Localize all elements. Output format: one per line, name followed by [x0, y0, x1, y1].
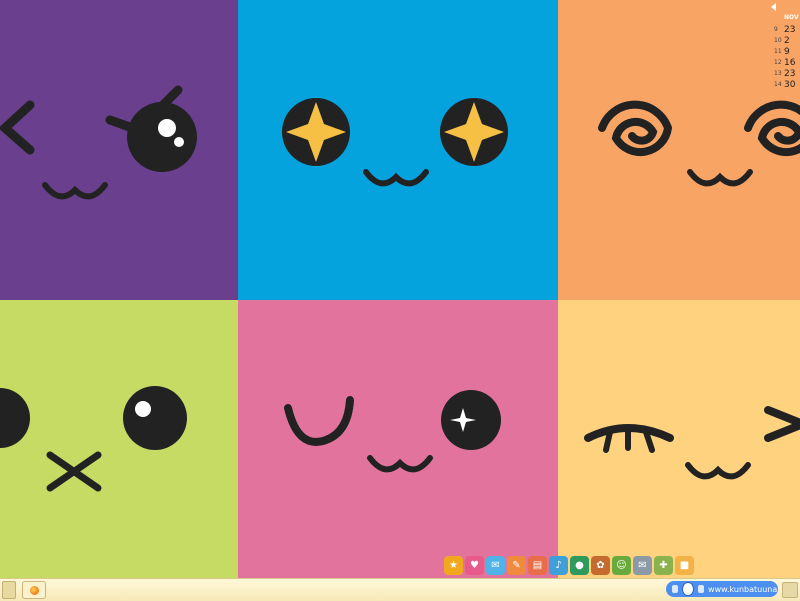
dizzy-face-art: [558, 0, 800, 300]
calendar-week: 13: [774, 70, 782, 77]
orange-dizzy-face-tile: [558, 0, 800, 300]
mail-icon[interactable]: ✉: [633, 556, 652, 575]
calendar-week: 14: [774, 81, 782, 88]
play-button-icon[interactable]: [682, 582, 694, 596]
media-track-title: www.kunbatuuna.com: [708, 584, 778, 594]
calendar-month: NOV: [784, 14, 799, 21]
desktop-wallpaper: NOV 9 23 10 2 11 9 12 16 13 23 14 30 ★ ♥…: [0, 0, 800, 578]
sleepy-face-art: [558, 300, 800, 578]
chat-icon[interactable]: ✉: [486, 556, 505, 575]
angry-face-art: [0, 0, 238, 300]
calendar-prev-arrow-icon[interactable]: [771, 3, 776, 11]
calendar-week: 11: [774, 48, 782, 55]
pink-winking-face-tile: [238, 300, 558, 578]
calendar-week: 9: [774, 26, 778, 33]
calendar-day[interactable]: 16: [784, 58, 795, 68]
calendar-week: 12: [774, 59, 782, 66]
winking-face-art: [238, 300, 558, 578]
quick-launch-browser-button[interactable]: [22, 581, 46, 599]
calendar-row: 14 30: [766, 80, 800, 91]
friends-icon[interactable]: ☺: [612, 556, 631, 575]
calendar-gadget[interactable]: NOV 9 23 10 2 11 9 12 16 13 23 14 30: [766, 0, 800, 96]
calendar-day[interactable]: 9: [784, 47, 790, 57]
bear-icon[interactable]: ✿: [591, 556, 610, 575]
calendar-day[interactable]: 30: [784, 80, 795, 90]
calendar-row: 10 2: [766, 36, 800, 47]
media-player-bar: www.kunbatuuna.com: [666, 581, 778, 597]
desktop-launcher-dock: ★ ♥ ✉ ✎ ▤ ♪ ● ✿ ☺ ✉ ✚ ■: [444, 556, 694, 575]
calendar-day[interactable]: 23: [784, 25, 795, 35]
puzzle-icon[interactable]: ✚: [654, 556, 673, 575]
box-icon[interactable]: ■: [675, 556, 694, 575]
start-button[interactable]: [2, 581, 16, 599]
sparkle-face-art: [238, 0, 558, 300]
show-desktop-button[interactable]: [782, 582, 798, 598]
heart-icon[interactable]: ♥: [465, 556, 484, 575]
next-track-icon[interactable]: [697, 585, 705, 593]
calendar-day[interactable]: 23: [784, 69, 795, 79]
calendar-row: 9 23: [766, 25, 800, 36]
calendar-day[interactable]: 2: [784, 36, 790, 46]
calendar-row: 13 23: [766, 69, 800, 80]
previous-track-icon[interactable]: [672, 585, 679, 593]
purple-angry-face-tile: [0, 0, 238, 300]
calendar-row: 11 9: [766, 47, 800, 58]
globe-icon[interactable]: ●: [570, 556, 589, 575]
browser-icon: [29, 585, 39, 595]
calendar-week: 10: [774, 37, 782, 44]
notebook-icon[interactable]: ▤: [528, 556, 547, 575]
yellow-sleepy-face-tile: [558, 300, 800, 578]
calendar-row: 12 16: [766, 58, 800, 69]
green-surprised-face-tile: [0, 300, 238, 578]
blue-sparkle-eyes-face-tile: [238, 0, 558, 300]
star-icon[interactable]: ★: [444, 556, 463, 575]
music-icon[interactable]: ♪: [549, 556, 568, 575]
surprised-face-art: [0, 300, 238, 578]
pencil-icon[interactable]: ✎: [507, 556, 526, 575]
